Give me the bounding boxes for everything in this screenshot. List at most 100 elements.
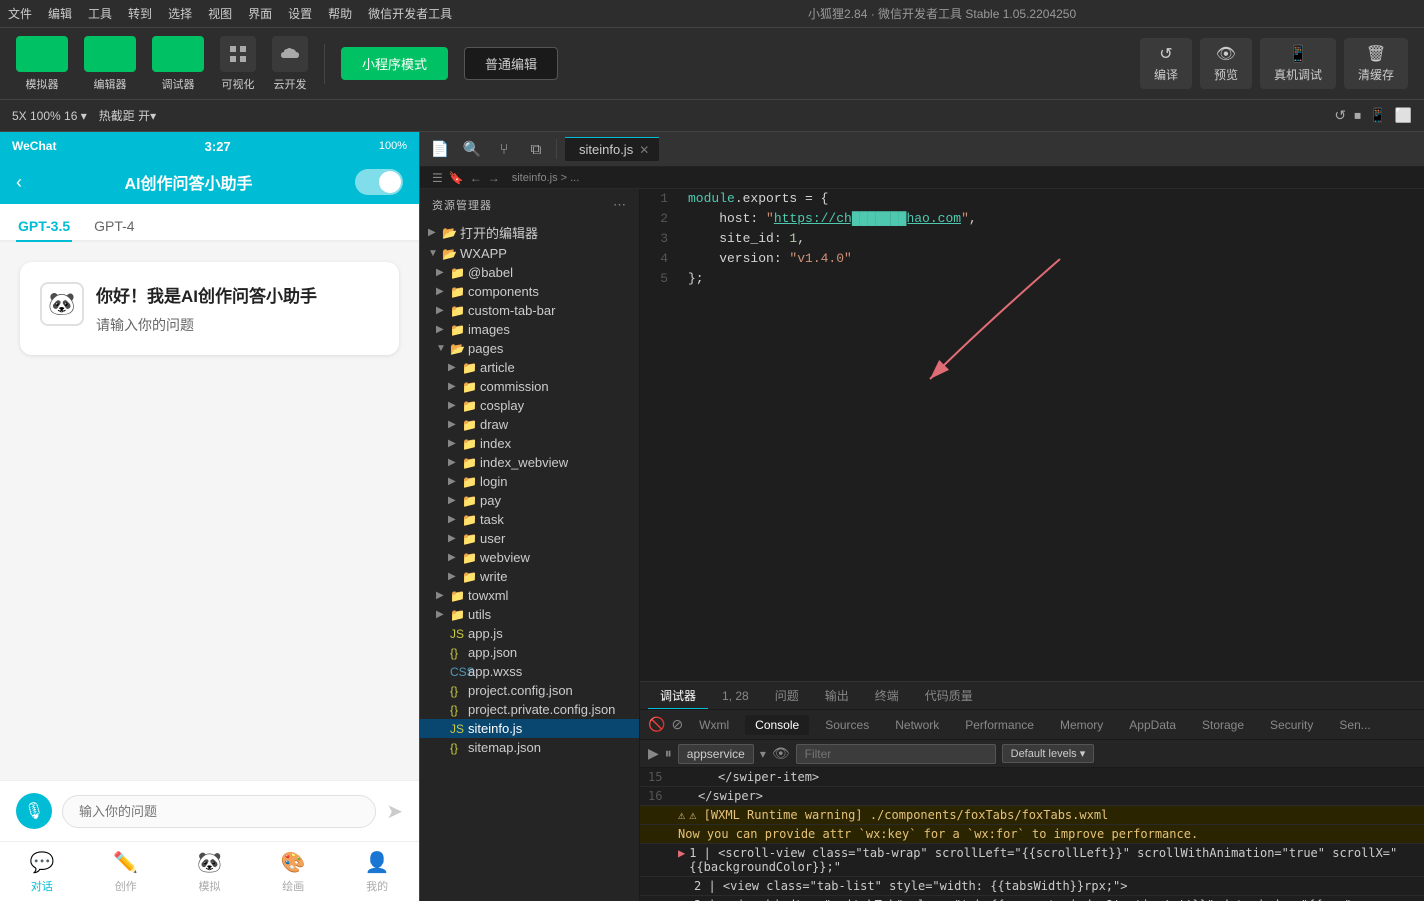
menu-tools[interactable]: 工具 <box>88 5 112 22</box>
tree-draw[interactable]: ▶ 📁 draw <box>420 415 639 434</box>
console-tab-performance[interactable]: Performance <box>955 715 1044 735</box>
preview-button[interactable]: 👁 预览 <box>1200 38 1252 89</box>
debug-button[interactable]: 调试器 <box>152 36 204 92</box>
clear-cache-button[interactable]: 🗑 清缓存 <box>1344 38 1408 89</box>
nav-draw[interactable]: 🎨 绘画 <box>281 850 306 894</box>
console-tab-storage[interactable]: Storage <box>1192 715 1254 735</box>
bottom-tab-terminal[interactable]: 终端 <box>863 683 911 708</box>
tree-task[interactable]: ▶ 📁 task <box>420 510 639 529</box>
toggle-switch[interactable] <box>355 169 403 195</box>
window-icon[interactable]: ⬜ <box>1395 107 1412 124</box>
compile-mode-button[interactable]: 普通编辑 <box>464 47 558 80</box>
menu-devtools[interactable]: 微信开发者工具 <box>368 5 452 22</box>
tree-utils[interactable]: ▶ 📁 utils <box>420 605 639 624</box>
new-file-icon[interactable]: ⋯ <box>613 197 627 213</box>
tree-babel[interactable]: ▶ 📁 @babel <box>420 263 639 282</box>
tree-cosplay[interactable]: ▶ 📁 cosplay <box>420 396 639 415</box>
tree-appjs[interactable]: JS app.js <box>420 624 639 643</box>
nav-chat[interactable]: 💬 对话 <box>29 850 54 894</box>
console-tab-appdata[interactable]: AppData <box>1119 715 1186 735</box>
real-debug-button[interactable]: 📱 真机调试 <box>1260 38 1336 89</box>
menu-goto[interactable]: 转到 <box>128 5 152 22</box>
nav-create[interactable]: ✏️ 创作 <box>113 850 138 894</box>
tree-webview[interactable]: ▶ 📁 webview <box>420 548 639 567</box>
tree-siteinfo[interactable]: JS siteinfo.js <box>420 719 639 738</box>
code-editor[interactable]: 1 module.exports = { 2 host: "https://ch… <box>640 189 1424 681</box>
menu-edit[interactable]: 编辑 <box>48 5 72 22</box>
tab-gpt35[interactable]: GPT-3.5 <box>16 212 72 242</box>
tree-item-wxapp[interactable]: ▼ 📂 WXAPP <box>420 244 639 263</box>
refresh-icon[interactable]: ↺ <box>1334 107 1346 124</box>
breadcrumb-forward-icon[interactable]: → <box>488 171 500 185</box>
menu-interface[interactable]: 界面 <box>248 5 272 22</box>
tab-gpt4[interactable]: GPT-4 <box>92 212 136 242</box>
tree-project-private[interactable]: {} project.private.config.json <box>420 700 639 719</box>
console-tab-sen[interactable]: Sen... <box>1329 715 1380 735</box>
console-pause-icon[interactable]: ⏸ <box>665 745 672 762</box>
nav-mine[interactable]: 👤 我的 <box>365 850 390 894</box>
active-file-tab[interactable]: siteinfo.js ✕ <box>565 137 659 161</box>
console-forward-icon[interactable]: ▶ <box>648 745 659 762</box>
editor-button[interactable]: 编辑器 <box>84 36 136 92</box>
tree-appwxss[interactable]: CSS app.wxss <box>420 662 639 681</box>
breadcrumb-back-icon[interactable]: ← <box>470 171 482 185</box>
compile-button[interactable]: ↺ 编译 <box>1140 38 1192 89</box>
tree-images[interactable]: ▶ 📁 images <box>420 320 639 339</box>
stop-icon[interactable]: ⏹ <box>1354 107 1361 124</box>
service-selector[interactable]: appservice <box>678 744 754 764</box>
tree-pages[interactable]: ▼ 📂 pages <box>420 339 639 358</box>
bottom-tab-debugger[interactable]: 调试器 <box>648 683 708 709</box>
console-clear-icon[interactable]: 🚫 <box>648 716 665 733</box>
tree-index-webview[interactable]: ▶ 📁 index_webview <box>420 453 639 472</box>
tree-article[interactable]: ▶ 📁 article <box>420 358 639 377</box>
tree-project-config[interactable]: {} project.config.json <box>420 681 639 700</box>
service-dropdown-icon[interactable]: ▾ <box>760 747 766 761</box>
eye-icon[interactable]: 👁 <box>772 745 790 762</box>
console-tab-memory[interactable]: Memory <box>1050 715 1113 735</box>
nav-sim[interactable]: 🐼 模拟 <box>197 850 222 894</box>
tree-user[interactable]: ▶ 📁 user <box>420 529 639 548</box>
visual-button[interactable]: 可视化 <box>220 36 256 92</box>
log-level-selector[interactable]: Default levels ▾ <box>1002 744 1095 763</box>
zoom-indicator[interactable]: 5X 100% 16 ▾ <box>12 109 87 123</box>
menu-help[interactable]: 帮助 <box>328 5 352 22</box>
menu-settings[interactable]: 设置 <box>288 5 312 22</box>
tree-commission[interactable]: ▶ 📁 commission <box>420 377 639 396</box>
phone-input[interactable] <box>62 795 376 828</box>
console-tab-sources[interactable]: Sources <box>815 715 879 735</box>
mic-button[interactable]: 🎙 <box>16 793 52 829</box>
console-tab-network[interactable]: Network <box>885 715 949 735</box>
tree-login[interactable]: ▶ 📁 login <box>420 472 639 491</box>
menu-file[interactable]: 文件 <box>8 5 32 22</box>
tree-appjson[interactable]: {} app.json <box>420 643 639 662</box>
tree-pay[interactable]: ▶ 📁 pay <box>420 491 639 510</box>
tree-towxml[interactable]: ▶ 📁 towxml <box>420 586 639 605</box>
phone-icon[interactable]: 📱 <box>1369 107 1386 124</box>
console-tab-wxml[interactable]: Wxml <box>689 715 739 735</box>
file-icon[interactable]: 📄 <box>428 140 452 158</box>
breadcrumb-list-icon[interactable]: ☰ <box>432 171 443 185</box>
breadcrumb-bookmark-icon[interactable]: 🔖 <box>449 171 464 185</box>
bottom-tab-output[interactable]: 输出 <box>813 683 861 708</box>
branch-icon[interactable]: ⑂ <box>492 141 516 158</box>
console-tab-console[interactable]: Console <box>745 715 809 735</box>
split-icon[interactable]: ⧉ <box>524 141 548 158</box>
console-filter-input[interactable] <box>796 744 996 764</box>
search-icon[interactable]: 🔍 <box>460 140 484 158</box>
console-tab-security[interactable]: Security <box>1260 715 1323 735</box>
menu-select[interactable]: 选择 <box>168 5 192 22</box>
bottom-tab-problems[interactable]: 问题 <box>763 683 811 708</box>
bottom-tab-quality[interactable]: 代码质量 <box>913 683 985 708</box>
tree-index[interactable]: ▶ 📁 index <box>420 434 639 453</box>
tree-item-open-editors[interactable]: ▶ 📂 打开的编辑器 <box>420 221 639 244</box>
mini-mode-button[interactable]: 小程序模式 <box>341 47 448 80</box>
tree-sitemap[interactable]: {} sitemap.json <box>420 738 639 757</box>
tree-components[interactable]: ▶ 📁 components <box>420 282 639 301</box>
send-button[interactable]: ➤ <box>386 799 403 824</box>
tree-write[interactable]: ▶ 📁 write <box>420 567 639 586</box>
hotkey-button[interactable]: 热截距 开▾ <box>99 107 156 124</box>
console-stop-icon[interactable]: ⊘ <box>671 716 683 733</box>
menu-view[interactable]: 视图 <box>208 5 232 22</box>
close-tab-icon[interactable]: ✕ <box>639 143 649 157</box>
back-icon[interactable]: ‹ <box>16 172 22 193</box>
